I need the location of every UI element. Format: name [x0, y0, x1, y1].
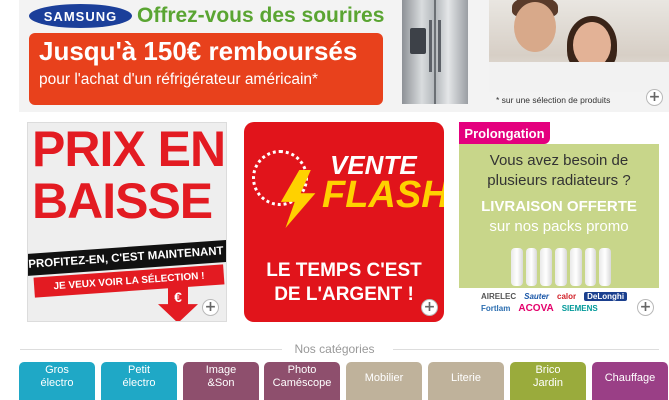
category-label: électro — [40, 377, 74, 389]
radiateurs-offer-line2: sur nos packs promo — [489, 218, 629, 235]
category-photo-camescope[interactable]: Photo Caméscope — [264, 362, 340, 400]
radiator-image — [511, 248, 612, 286]
category-chauffage[interactable]: Chauffage — [592, 362, 668, 400]
category-label: Mobilier — [364, 372, 404, 384]
category-brico-jardin[interactable]: Brico Jardin — [510, 362, 586, 400]
brand-acova: ACOVA — [518, 303, 554, 314]
category-label: Petit — [127, 364, 150, 376]
category-label: Gros — [45, 364, 69, 376]
prix-more-plus-icon[interactable]: + — [202, 299, 219, 316]
prix-title-line1: PRIX EN — [32, 122, 226, 177]
category-label: Caméscope — [272, 377, 332, 389]
prix-title-line2: BAISSE — [32, 173, 213, 229]
promo-tile-prix-en-baisse[interactable]: PRIX EN BAISSE PROFITEZ-EN, C'EST MAINTE… — [27, 122, 227, 322]
radiateurs-question-line1: Vous avez besoin de — [489, 152, 629, 169]
offer-detail: pour l'achat d'un réfrigérateur américai… — [39, 71, 319, 88]
banner-headline: Offrez-vous des sourires — [137, 4, 385, 27]
category-label: électro — [122, 377, 156, 389]
flash-word-flash: FLASH — [322, 174, 444, 216]
banner-offer-box: Jusqu'à 150€ remboursés pour l'achat d'u… — [29, 33, 383, 105]
brand-sauter: Sauter — [524, 292, 550, 301]
prolongation-tag: Prolongation — [459, 122, 550, 144]
category-mobilier[interactable]: Mobilier — [346, 362, 422, 400]
radiateurs-offer-box: Vous avez besoin de plusieurs radiateurs… — [459, 144, 659, 288]
promo-tile-radiateurs[interactable]: Prolongation Vous avez besoin de plusieu… — [459, 122, 659, 322]
category-label: Chauffage — [604, 372, 656, 384]
brand-siemens: SIEMENS — [561, 304, 598, 313]
euro-symbol: € — [174, 289, 182, 305]
brand-airelec: AIRELEC — [481, 292, 517, 301]
samsung-promo-banner[interactable]: SAMSUNG Offrez-vous des sourires Jusqu'à… — [19, 0, 669, 112]
category-image-son[interactable]: Image &Son — [183, 362, 259, 400]
offer-amount: Jusqu'à 150€ remboursés — [39, 36, 358, 66]
flash-slogan-line2: DE L'ARGENT ! — [274, 284, 414, 305]
couple-photo — [489, 0, 669, 92]
banner-more-plus-icon[interactable]: + — [646, 89, 663, 106]
flash-more-plus-icon[interactable]: + — [421, 299, 438, 316]
promo-tile-vente-flash[interactable]: VENTE FLASH LE TEMPS C'EST DE L'ARGENT ! — [244, 122, 444, 322]
categories-divider-right — [393, 349, 659, 350]
refrigerator-image — [402, 0, 468, 104]
category-literie[interactable]: Literie — [428, 362, 504, 400]
category-label: Image — [205, 364, 237, 376]
brand-logos: AIRELEC Sauter calor DeLonghi Fortlam AC… — [481, 292, 651, 314]
category-label: Jardin — [533, 377, 563, 389]
category-gros-electro[interactable]: Gros électro — [19, 362, 95, 400]
radiateurs-more-plus-icon[interactable]: + — [637, 299, 654, 316]
flash-slogan-line1: LE TEMPS C'EST — [266, 260, 422, 281]
brand-fortlam: Fortlam — [481, 304, 511, 313]
radiateurs-offer-line1: LIVRAISON OFFERTE — [481, 198, 637, 215]
banner-footnote: * sur une sélection de produits — [496, 95, 611, 105]
brand-calor: calor — [557, 292, 577, 301]
samsung-logo: SAMSUNG — [29, 4, 132, 28]
category-label: Photo — [287, 364, 317, 376]
radiateurs-question-line2: plusieurs radiateurs ? — [487, 172, 631, 189]
prix-title: PRIX EN BAISSE — [32, 122, 226, 229]
category-label: Brico — [535, 364, 561, 376]
category-petit-electro[interactable]: Petit électro — [101, 362, 177, 400]
category-label: Literie — [451, 372, 481, 384]
brand-delonghi: DeLonghi — [584, 292, 628, 301]
category-label: &Son — [207, 377, 235, 389]
